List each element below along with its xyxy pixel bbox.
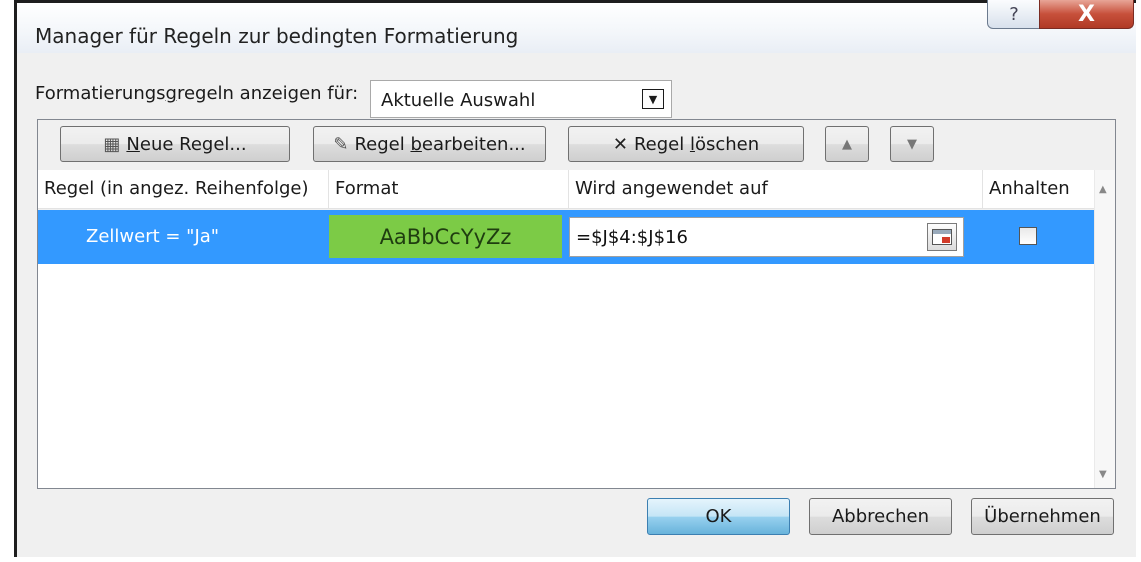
stop-if-true-checkbox[interactable] bbox=[1019, 227, 1037, 245]
rules-panel: ▦ Neue Regel... ✎ Regel bearbeiten... ✕ … bbox=[37, 119, 1116, 489]
scroll-down-icon[interactable]: ▼ bbox=[1099, 469, 1107, 480]
title-bar: Manager für Regeln zur bedingten Formati… bbox=[17, 0, 1136, 53]
range-select-icon bbox=[932, 229, 952, 245]
rule-condition: Zellwert = "Ja" bbox=[86, 226, 220, 247]
column-header-stop-if-true[interactable]: Anhalten bbox=[983, 170, 1095, 208]
column-header-rule[interactable]: Regel (in angez. Reihenfolge) bbox=[38, 170, 329, 208]
apply-button[interactable]: Übernehmen bbox=[971, 498, 1114, 535]
column-header-format[interactable]: Format bbox=[329, 170, 569, 208]
vertical-scrollbar[interactable]: ▲ ▼ bbox=[1094, 170, 1115, 488]
move-up-button[interactable]: ▲ bbox=[825, 126, 869, 162]
cancel-button[interactable]: Abbrechen bbox=[809, 498, 952, 535]
arrow-down-icon: ▼ bbox=[907, 136, 917, 152]
dialog-content: Formatierungsgregeln anzeigen für: Aktue… bbox=[17, 53, 1136, 557]
show-rules-for-value: Aktuelle Auswahl bbox=[381, 90, 536, 111]
delete-icon: ✕ bbox=[612, 133, 628, 155]
new-rule-label: Neue Regel... bbox=[126, 133, 247, 155]
chevron-down-icon[interactable]: ▼ bbox=[642, 89, 664, 109]
show-rules-for-label: Formatierungsgregeln anzeigen für: bbox=[35, 83, 359, 104]
applies-to-input[interactable]: =$J$4:$J$16 bbox=[569, 217, 964, 257]
edit-rule-button[interactable]: ✎ Regel bearbeiten... bbox=[313, 126, 546, 162]
format-preview: AaBbCcYyZz bbox=[329, 215, 562, 258]
edit-rule-label: Regel bearbeiten... bbox=[354, 133, 526, 155]
table-row[interactable]: Zellwert = "Ja" AaBbCcYyZz =$J$4:$J$16 bbox=[38, 210, 1095, 264]
new-rule-icon: ▦ bbox=[103, 133, 121, 155]
dialog-title: Manager für Regeln zur bedingten Formati… bbox=[35, 24, 519, 48]
arrow-up-icon: ▲ bbox=[842, 136, 852, 152]
delete-rule-button[interactable]: ✕ Regel löschen bbox=[568, 126, 804, 162]
conditional-formatting-rules-manager-dialog: Manager für Regeln zur bedingten Formati… bbox=[14, 0, 1136, 557]
move-down-button[interactable]: ▼ bbox=[890, 126, 934, 162]
help-icon: ? bbox=[1009, 3, 1019, 25]
edit-rule-icon: ✎ bbox=[333, 133, 349, 155]
scroll-up-icon[interactable]: ▲ bbox=[1099, 184, 1107, 195]
column-header-applies-to[interactable]: Wird angewendet auf bbox=[569, 170, 983, 208]
applies-to-value: =$J$4:$J$16 bbox=[576, 227, 688, 248]
ok-button[interactable]: OK bbox=[647, 498, 790, 535]
close-icon: X bbox=[1078, 1, 1095, 27]
new-rule-button[interactable]: ▦ Neue Regel... bbox=[60, 126, 290, 162]
table-header: Regel (in angez. Reihenfolge) Format Wir… bbox=[38, 170, 1115, 209]
help-button[interactable]: ? bbox=[987, 0, 1041, 29]
close-button[interactable]: X bbox=[1039, 0, 1134, 29]
show-rules-for-select[interactable]: Aktuelle Auswahl ▼ bbox=[370, 80, 672, 118]
collapse-dialog-button[interactable] bbox=[927, 223, 957, 251]
delete-rule-label: Regel löschen bbox=[633, 133, 760, 155]
